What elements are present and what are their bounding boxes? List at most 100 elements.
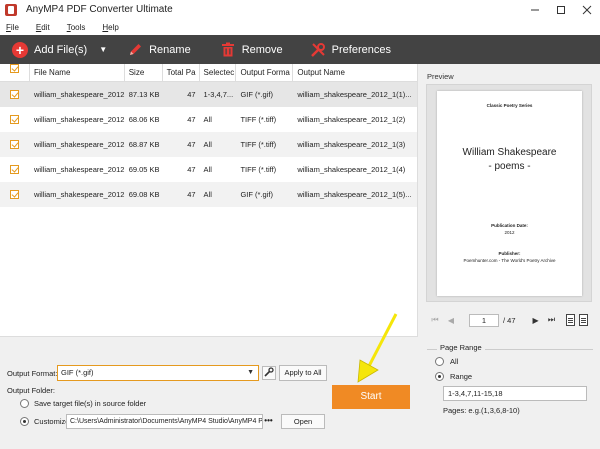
document-icon[interactable] [565, 314, 575, 326]
browse-button[interactable]: ••• [263, 415, 274, 428]
table-row[interactable]: william_shakespeare_2012... 69.05 KB 47 … [0, 157, 417, 182]
open-folder-button[interactable]: Open [281, 414, 325, 429]
rename-label: Rename [149, 43, 191, 56]
preferences-label: Preferences [331, 43, 391, 56]
cell-selected: All [203, 115, 212, 124]
add-files-button[interactable]: + Add File(s) ▼ [12, 35, 107, 64]
save-source-radio[interactable] [20, 399, 29, 408]
row-checkbox[interactable] [10, 190, 19, 199]
customize-option[interactable]: Customize: [20, 417, 72, 426]
file-list: File Name Size Total Pa Selectec Output … [0, 63, 418, 336]
cell-output-format: TIFF (*.tiff) [240, 140, 277, 149]
menu-edit-label: dit [41, 22, 50, 32]
output-format-label: Output Format: [7, 369, 58, 378]
minimize-icon[interactable] [522, 0, 548, 19]
remove-label: Remove [241, 43, 283, 56]
cell-output-format: GIF (*.gif) [240, 190, 273, 199]
preview-title-line1: William Shakespeare [462, 147, 557, 158]
format-settings-button[interactable] [262, 366, 276, 380]
output-format-select[interactable]: GIF (*.gif) ▼ [57, 365, 259, 381]
all-radio[interactable] [435, 357, 444, 366]
column-selected[interactable]: Selectec [200, 63, 237, 82]
page-range-group: Page Range All Range 1-3,4,7,11-15,18 Pa… [427, 343, 593, 449]
preferences-button[interactable]: Preferences [310, 35, 391, 64]
cell-output-name: william_shakespeare_2012_1(4) [297, 165, 406, 174]
cell-size: 68.87 KB [128, 140, 160, 149]
cell-size: 68.06 KB [128, 115, 160, 124]
remove-button[interactable]: Remove [220, 35, 283, 64]
cell-file-name: william_shakespeare_2012... [33, 140, 125, 149]
page-range-range-option[interactable]: Range [435, 372, 472, 381]
row-checkbox-cell [0, 90, 30, 99]
column-output-format[interactable]: Output Forma [236, 63, 294, 82]
cell-selected: All [203, 165, 212, 174]
row-checkbox[interactable] [10, 140, 19, 149]
cell-total-pages: 47 [187, 90, 196, 99]
prev-page-icon[interactable]: ◀ [445, 314, 457, 326]
column-size[interactable]: Size [125, 63, 163, 82]
table-row[interactable]: william_shakespeare_2012... 68.06 KB 47 … [0, 107, 417, 132]
range-radio[interactable] [435, 372, 444, 381]
table-row[interactable]: william_shakespeare_2012... 69.08 KB 47 … [0, 182, 417, 207]
rename-button[interactable]: Rename [127, 35, 191, 64]
cell-total-pages: 47 [187, 115, 196, 124]
cell-output-format: TIFF (*.tiff) [240, 165, 277, 174]
cell-file-name: william_shakespeare_2012... [33, 190, 125, 199]
chevron-down-icon: ▼ [247, 369, 254, 376]
column-output-name[interactable]: Output Name [293, 64, 417, 82]
row-checkbox[interactable] [10, 165, 19, 174]
maximize-icon[interactable] [548, 0, 574, 19]
cell-output-format: GIF (*.gif) [240, 90, 273, 99]
table-row[interactable]: william_shakespeare_2012... 68.87 KB 47 … [0, 132, 417, 157]
close-icon[interactable] [574, 0, 600, 19]
window-controls [522, 0, 600, 19]
first-page-icon[interactable]: ⏮ [429, 314, 441, 326]
total-pages-label: / 47 [503, 315, 516, 325]
customize-radio[interactable] [20, 417, 29, 426]
menu-tools[interactable]: Tools [67, 23, 86, 32]
row-checkbox-cell [0, 190, 30, 199]
save-source-option[interactable]: Save target file(s) in source folder [20, 399, 146, 408]
page-number-input[interactable]: 1 [469, 313, 499, 327]
column-file-name[interactable]: File Name [30, 63, 125, 82]
output-path-input[interactable]: C:\Users\Administrator\Documents\AnyMP4 … [66, 414, 263, 429]
cell-output-name: william_shakespeare_2012_1(2) [297, 115, 406, 124]
row-checkbox[interactable] [10, 90, 19, 99]
preview-frame: Classic Poetry Series William Shakespear… [426, 84, 592, 302]
app-logo-icon [5, 3, 17, 16]
cell-file-name: william_shakespeare_2012... [33, 165, 125, 174]
cell-output-format: TIFF (*.tiff) [240, 115, 277, 124]
table-row[interactable]: william_shakespeare_2012... 87.13 KB 47 … [0, 82, 417, 107]
range-input[interactable]: 1-3,4,7,11-15,18 [443, 386, 587, 401]
preview-pub-date: 2012 [504, 230, 515, 235]
cell-output-name: william_shakespeare_2012_1(3) [297, 140, 406, 149]
select-all-checkbox[interactable] [10, 63, 19, 73]
menu-edit[interactable]: Edit [36, 23, 50, 32]
row-checkbox-cell [0, 115, 30, 124]
menu-file[interactable]: File [6, 23, 19, 32]
page-navigator: ⏮ ◀ 1 / 47 ▶ ⏭ [429, 312, 594, 328]
cell-file-name: william_shakespeare_2012... [33, 90, 125, 99]
cell-total-pages: 47 [187, 140, 196, 149]
apply-to-all-button[interactable]: Apply to All [279, 365, 327, 381]
output-folder-label: Output Folder: [7, 386, 55, 395]
menu-help-label: elp [108, 22, 119, 32]
cell-size: 69.08 KB [128, 190, 160, 199]
preview-publisher: Poemhunter.com - The World's Poetry Arch… [463, 258, 556, 263]
column-total-pages[interactable]: Total Pa [163, 63, 200, 82]
next-page-icon[interactable]: ▶ [530, 314, 542, 326]
trash-icon [220, 42, 236, 58]
pencil-icon [127, 42, 143, 58]
preview-page: Classic Poetry Series William Shakespear… [437, 91, 582, 296]
menu-help[interactable]: Help [102, 23, 118, 32]
cell-output-name: william_shakespeare_2012_1(5)... [297, 190, 412, 199]
cell-total-pages: 47 [187, 165, 196, 174]
last-page-icon[interactable]: ⏭ [546, 314, 558, 326]
export-document-icon[interactable] [578, 314, 588, 326]
cell-file-name: william_shakespeare_2012... [33, 115, 125, 124]
chevron-down-icon[interactable]: ▼ [99, 45, 107, 54]
toolbar: + Add File(s) ▼ Rename Remove Preference… [0, 35, 600, 64]
cell-total-pages: 47 [187, 190, 196, 199]
row-checkbox[interactable] [10, 115, 19, 124]
page-range-all-option[interactable]: All [435, 357, 458, 366]
